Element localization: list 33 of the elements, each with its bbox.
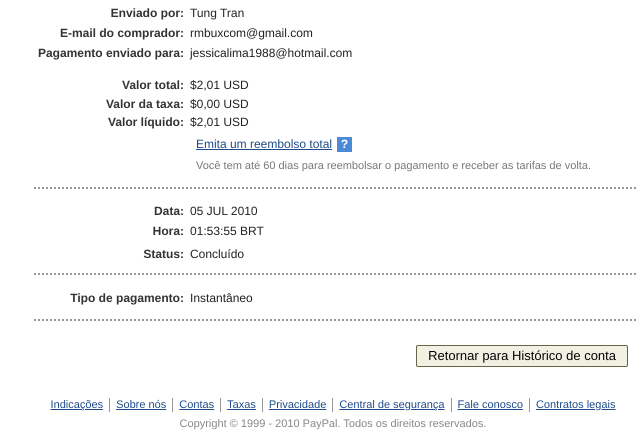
field-label: Pagamento enviado para: <box>38 45 184 62</box>
field-label: Enviado por: <box>110 5 184 22</box>
copyright-text: Copyright © 1999 - 2010 PayPal. Todos os direitos reservados. <box>178 418 488 430</box>
field-value: $0,00 USD <box>190 96 249 113</box>
field-value: 05 JUL 2010 <box>190 203 258 220</box>
footer-link[interactable]: Fale conosco <box>458 397 523 414</box>
field-value: jessicalima1988@hotmail.com <box>190 45 352 62</box>
field-label: Status: <box>143 246 184 263</box>
refund-note: Você tem até 60 dias para reembolsar o pagamento e receber as tarifas de volta. <box>195 158 592 174</box>
footer-link[interactable]: Central de segurança <box>339 397 445 414</box>
field-label: E-mail do comprador: <box>60 25 184 42</box>
field-label: Valor da taxa: <box>106 96 184 113</box>
footer-link[interactable]: Contas <box>179 397 214 414</box>
footer-link[interactable]: Contratos legais <box>536 397 616 414</box>
field-label: Hora: <box>152 223 184 240</box>
field-label: Valor líquido: <box>108 114 184 130</box>
field-value: $2,01 USD <box>190 114 249 130</box>
return-button[interactable]: Retornar para Histórico de conta <box>416 345 628 367</box>
field-label: Valor total: <box>122 77 184 94</box>
field-label: Tipo de pagamento: <box>70 290 184 307</box>
refund-link[interactable]: Emita um reembolso total <box>196 135 332 153</box>
footer-link[interactable]: Taxas <box>227 397 256 414</box>
footer-link[interactable]: Indicações <box>50 397 104 414</box>
field-value: $2,01 USD <box>190 77 249 94</box>
field-label: Data: <box>154 203 184 220</box>
footer-link[interactable]: Privacidade <box>268 397 326 414</box>
field-value: 01:53:55 BRT <box>190 223 264 240</box>
field-value: rmbuxcom@gmail.com <box>190 25 313 42</box>
field-value: Instantâneo <box>190 290 253 307</box>
help-icon[interactable]: ? <box>337 136 352 152</box>
footer-link[interactable]: Sobre nós <box>116 397 166 414</box>
field-value: Concluído <box>190 246 244 263</box>
field-value: Tung Tran <box>190 5 244 22</box>
